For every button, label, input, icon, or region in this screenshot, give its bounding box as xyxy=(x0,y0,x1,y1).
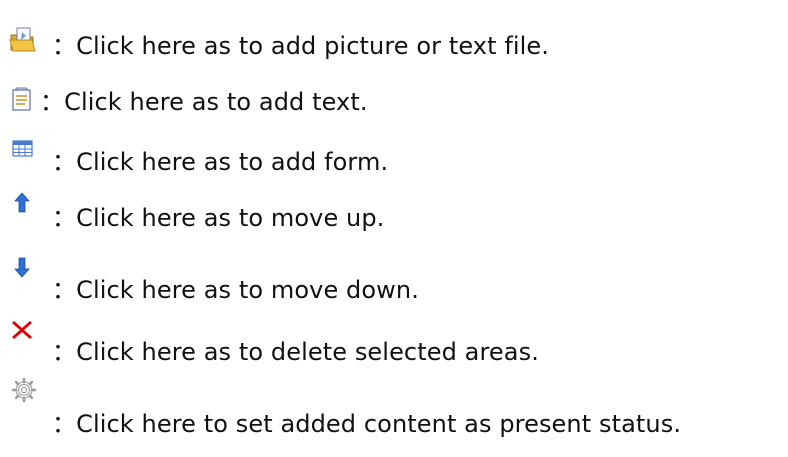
gear-icon xyxy=(10,376,38,404)
delete-x-icon xyxy=(8,316,36,344)
legend-text-add-text: ：Click here as to add text. xyxy=(40,88,368,116)
arrow-up-icon xyxy=(8,190,36,218)
legend-text-move-up: ：Click here as to move up. xyxy=(52,204,385,232)
legend-text-move-down: ：Click here as to move down. xyxy=(52,276,419,304)
open-folder-icon xyxy=(8,26,36,54)
legend-text-delete: ：Click here as to delete selected areas. xyxy=(52,338,539,366)
legend-text-set-status: ：Click here to set added content as pres… xyxy=(52,410,682,438)
arrow-down-icon xyxy=(8,254,36,282)
text-document-icon xyxy=(8,86,36,114)
table-form-icon xyxy=(8,134,36,162)
legend-text-add-form: ：Click here as to add form. xyxy=(52,148,389,176)
legend-text-add-file: ：Click here as to add picture or text fi… xyxy=(52,32,550,60)
